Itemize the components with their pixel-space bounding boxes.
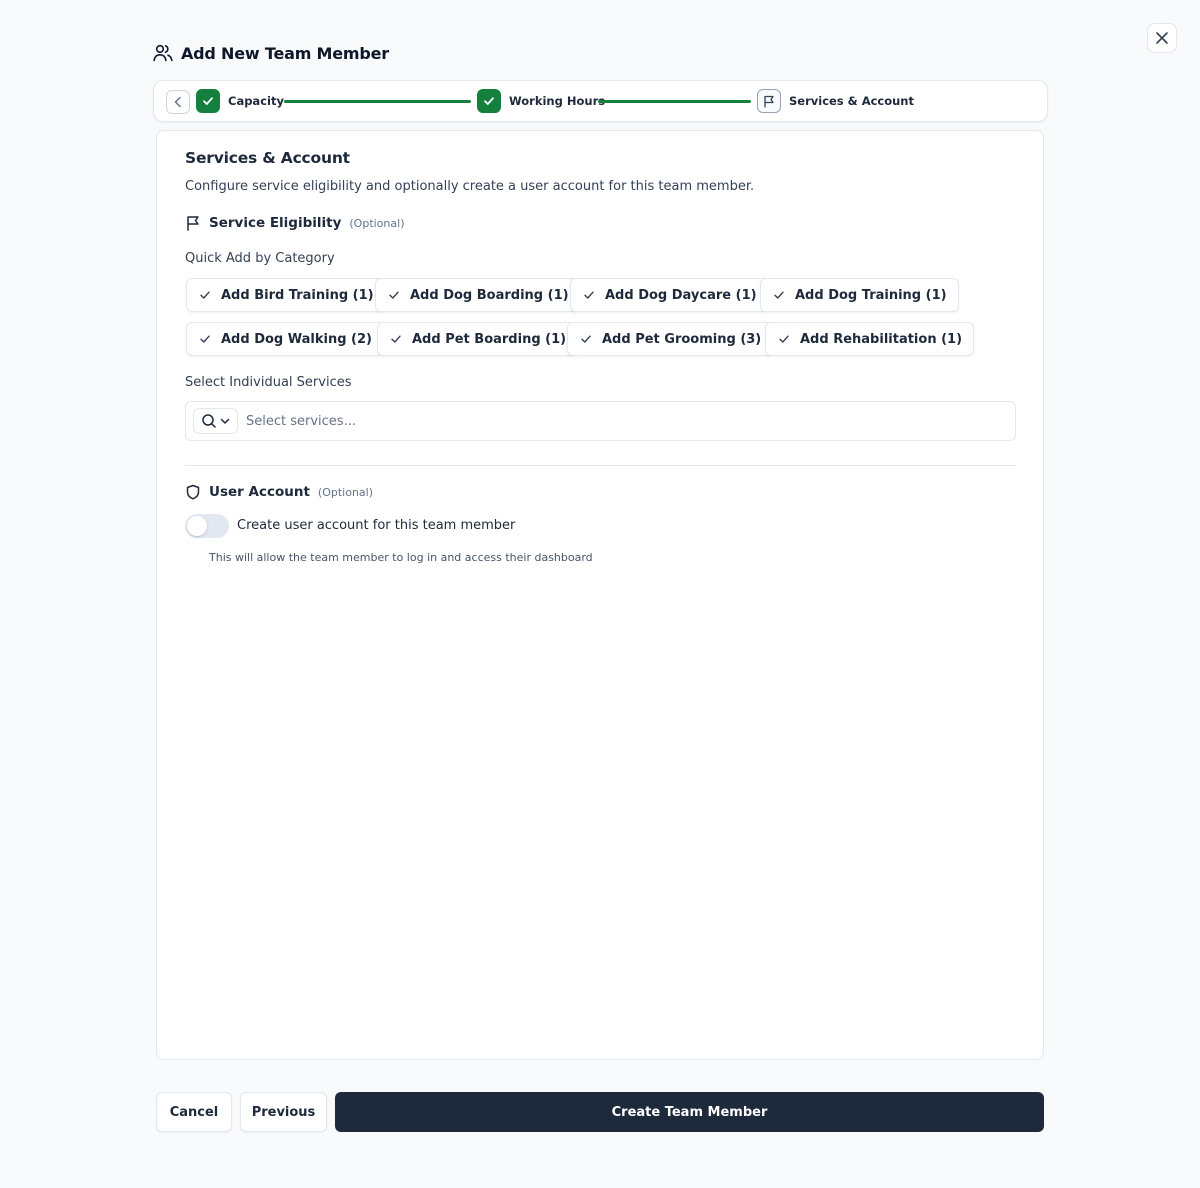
create-team-member-button[interactable]: Create Team Member — [335, 1092, 1044, 1132]
check-icon — [200, 335, 210, 343]
search-dropdown-trigger[interactable] — [193, 408, 238, 434]
services-account-card: Services & Account Configure service eli… — [156, 130, 1044, 1060]
shield-icon — [186, 484, 200, 500]
check-icon — [581, 335, 591, 343]
step-services-badge — [757, 89, 781, 113]
section-description: Configure service eligibility and option… — [185, 179, 755, 194]
optional-label: (Optional) — [317, 485, 374, 499]
quick-add-label-text: Add Pet Grooming (3) — [602, 331, 762, 347]
create-account-label: Create user account for this team member — [237, 518, 516, 533]
chevron-down-icon — [220, 418, 229, 424]
quick-add-dog-boarding-button[interactable]: Add Dog Boarding (1) — [375, 278, 581, 312]
services-multiselect[interactable] — [185, 401, 1016, 441]
services-search-input[interactable] — [246, 410, 1006, 432]
section-divider — [185, 465, 1016, 466]
previous-step-button[interactable] — [166, 90, 190, 114]
step-capacity-label[interactable]: Capacity — [228, 94, 284, 108]
quick-add-label-text: Add Dog Daycare (1) — [605, 287, 757, 303]
individual-services-label: Select Individual Services — [185, 375, 352, 390]
user-account-title: User Account — [209, 484, 310, 500]
quick-add-label-text: Add Bird Training (1) — [221, 287, 374, 303]
service-eligibility-heading: Service Eligibility (Optional) — [185, 215, 404, 231]
quick-add-label-text: Add Rehabilitation (1) — [800, 331, 963, 347]
check-icon — [200, 291, 210, 299]
check-icon — [203, 97, 213, 105]
check-icon — [779, 335, 789, 343]
toggle-knob — [187, 516, 207, 536]
flag-icon — [764, 95, 774, 108]
quick-add-label-text: Add Dog Training (1) — [795, 287, 947, 303]
close-button[interactable] — [1147, 23, 1177, 53]
quick-add-label: Quick Add by Category — [185, 251, 335, 266]
step-services-label[interactable]: Services & Account — [789, 94, 914, 108]
service-eligibility-title: Service Eligibility — [209, 215, 342, 231]
cancel-button[interactable]: Cancel — [156, 1092, 232, 1132]
dialog-header: Add New Team Member — [153, 42, 389, 64]
quick-add-label-text: Add Pet Boarding (1) — [412, 331, 567, 347]
previous-button[interactable]: Previous — [240, 1092, 327, 1132]
quick-add-dog-training-button[interactable]: Add Dog Training (1) — [760, 278, 959, 312]
quick-add-bird-training-button[interactable]: Add Bird Training (1) — [186, 278, 386, 312]
check-icon — [391, 335, 401, 343]
quick-add-dog-walking-button[interactable]: Add Dog Walking (2) — [186, 322, 384, 356]
check-icon — [484, 97, 494, 105]
users-icon — [153, 44, 173, 62]
step-capacity-check — [196, 89, 220, 113]
quick-add-pet-grooming-button[interactable]: Add Pet Grooming (3) — [567, 322, 774, 356]
quick-add-rehabilitation-button[interactable]: Add Rehabilitation (1) — [765, 322, 975, 356]
step-working-hours-label[interactable]: Working Hours — [509, 94, 605, 108]
step-connector — [284, 100, 471, 103]
step-working-hours-check — [477, 89, 501, 113]
create-account-help-text: This will allow the team member to log i… — [209, 551, 593, 564]
quick-add-dog-daycare-button[interactable]: Add Dog Daycare (1) — [570, 278, 769, 312]
quick-add-label-text: Add Dog Boarding (1) — [410, 287, 569, 303]
search-icon — [201, 414, 216, 428]
check-icon — [774, 291, 784, 299]
section-title: Services & Account — [185, 149, 350, 167]
x-icon — [1156, 32, 1168, 44]
step-connector — [598, 100, 751, 103]
optional-label: (Optional) — [349, 216, 405, 230]
user-account-heading: User Account (Optional) — [185, 484, 373, 500]
add-team-member-dialog: Add New Team Member Capacity Working Hou… — [0, 0, 1200, 1188]
dialog-title: Add New Team Member — [181, 43, 389, 63]
quick-add-label-text: Add Dog Walking (2) — [221, 331, 372, 347]
flag-icon — [187, 216, 199, 231]
step-indicator: Capacity Working Hours Services & Accoun… — [153, 80, 1048, 122]
check-icon — [389, 291, 399, 299]
create-account-toggle[interactable] — [185, 514, 229, 538]
check-icon — [584, 291, 594, 299]
chevron-left-icon — [174, 96, 181, 108]
quick-add-pet-boarding-button[interactable]: Add Pet Boarding (1) — [377, 322, 579, 356]
